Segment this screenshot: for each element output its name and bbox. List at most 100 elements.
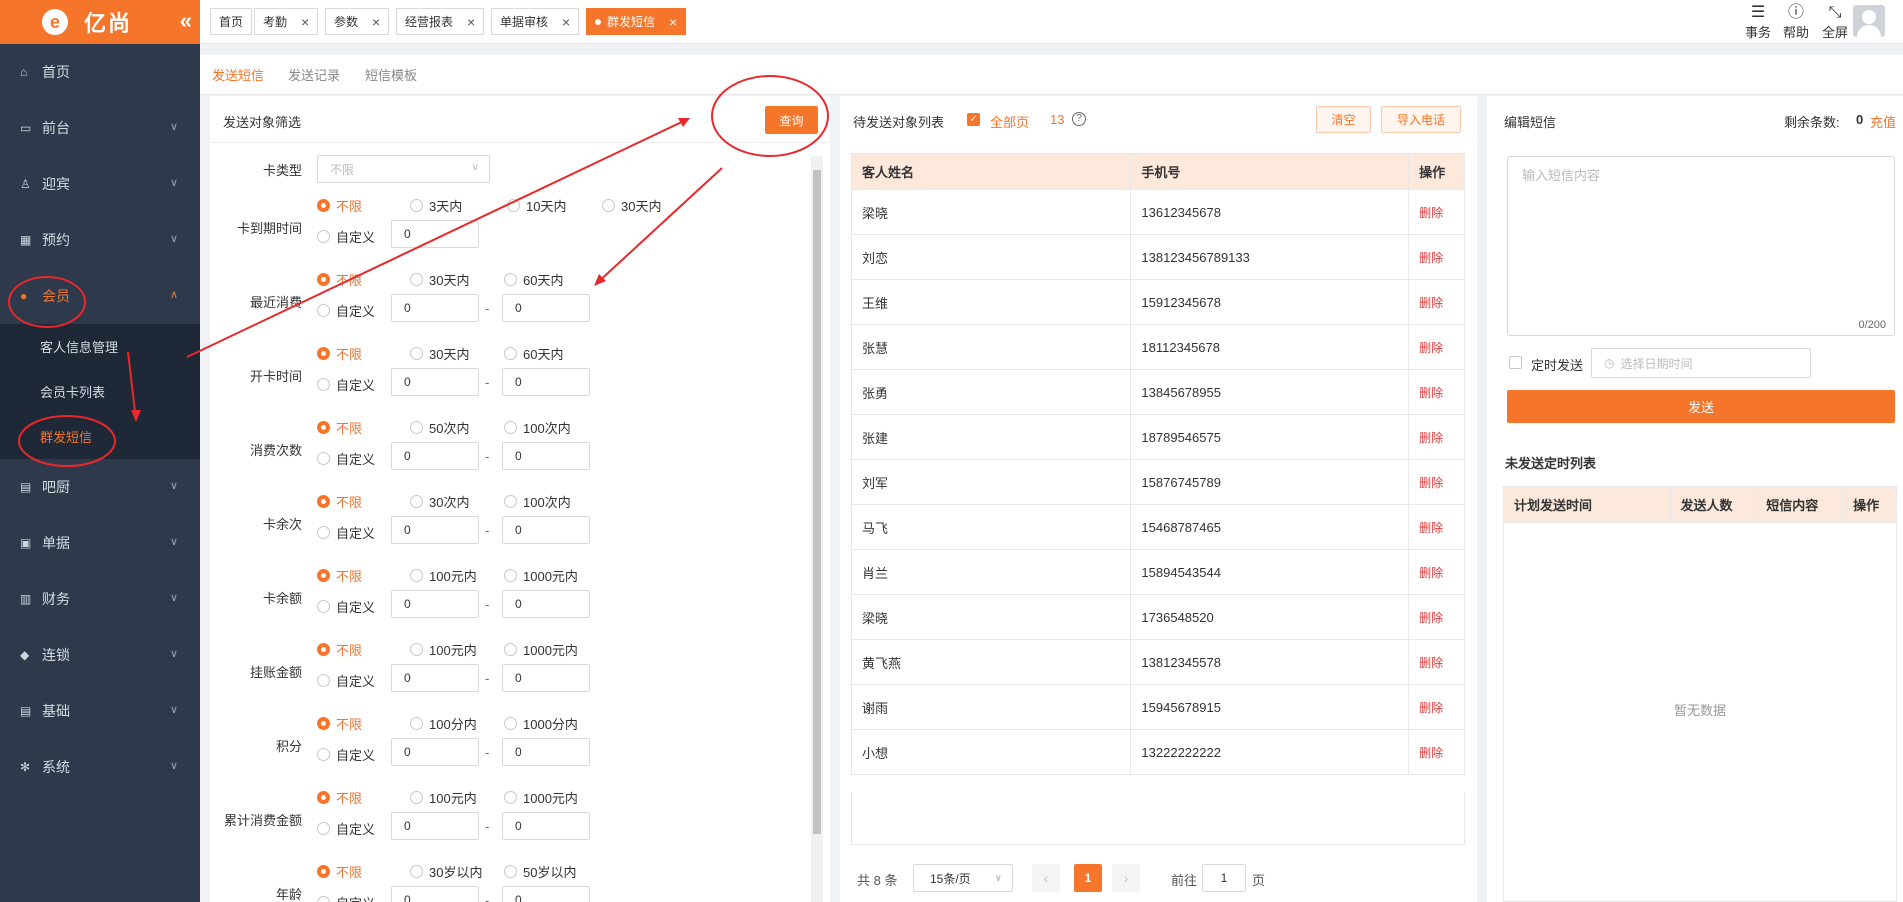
range-min-input[interactable]: 0 [391,664,479,692]
filter-option-radio[interactable]: 30天内 [410,270,469,289]
custom-range-radio[interactable]: 自定义 [317,597,375,616]
filter-option-radio[interactable]: 不限 [317,418,362,437]
filter-option-radio[interactable]: 不限 [317,714,362,733]
filter-option-radio[interactable]: 不限 [317,566,362,585]
filter-option-radio[interactable]: 100元内 [410,640,477,659]
goto-page-input[interactable]: 1 [1202,864,1246,892]
filter-option-radio[interactable]: 50岁以内 [504,862,576,881]
subtab-sms-templates[interactable]: 短信模板 [365,65,417,84]
filter-option-radio[interactable]: 1000分内 [504,714,578,733]
delete-link[interactable]: 删除 [1419,341,1443,355]
filter-option-radio[interactable]: 50次内 [410,418,469,437]
close-icon[interactable]: × [562,14,570,30]
custom-range-radio[interactable]: 自定义 [317,449,375,468]
delete-link[interactable]: 删除 [1419,611,1443,625]
custom-range-radio[interactable]: 自定义 [317,227,375,246]
range-max-input[interactable]: 0 [502,664,590,692]
range-min-input[interactable]: 0 [391,368,479,396]
sidebar-item-finance[interactable]: ▥ 财务 ∨ [0,571,200,627]
filter-option-radio[interactable]: 30岁以内 [410,862,482,881]
range-max-input[interactable]: 0 [502,294,590,322]
delete-link[interactable]: 删除 [1419,656,1443,670]
range-max-input[interactable]: 0 [502,590,590,618]
schedule-datetime-input[interactable]: ◷ 选择日期时间 [1591,348,1811,378]
filter-option-radio[interactable]: 1000元内 [504,640,578,659]
tab-business-report[interactable]: 经营报表 × [396,8,485,35]
range-max-input[interactable]: 0 [502,886,590,902]
filter-option-radio[interactable]: 100次内 [504,418,571,437]
filter-scrollbar[interactable] [811,156,823,902]
filter-option-radio[interactable]: 30天内 [410,344,469,363]
range-min-input[interactable]: 0 [391,442,479,470]
filter-option-radio[interactable]: 不限 [317,196,362,215]
delete-link[interactable]: 删除 [1419,296,1443,310]
sidebar-item-booking[interactable]: ▦ 预约 ∨ [0,212,200,268]
custom-range-radio[interactable]: 自定义 [317,745,375,764]
filter-option-radio[interactable]: 不限 [317,270,362,289]
sidebar-item-group-sms[interactable]: 群发短信 [0,414,200,459]
sidebar-item-frontdesk[interactable]: ▭ 前台 ∨ [0,100,200,156]
close-icon[interactable]: × [372,14,380,30]
delete-link[interactable]: 删除 [1419,431,1443,445]
filter-option-radio[interactable]: 100元内 [410,566,477,585]
tab-attendance[interactable]: 考勤 × [254,8,319,35]
range-max-input[interactable]: 0 [502,812,590,840]
sidebar-item-base[interactable]: ▤ 基础 ∨ [0,683,200,739]
filter-option-radio[interactable]: 100次内 [504,492,571,511]
tab-document-review[interactable]: 单据审核 × [491,8,580,35]
current-page[interactable]: 1 [1074,864,1102,892]
range-max-input[interactable]: 0 [502,368,590,396]
tasks-button[interactable]: ☰ 事务 [1739,4,1777,41]
tab-params[interactable]: 参数 × [325,8,390,35]
sidebar-item-home[interactable]: ⌂ 首页 [0,44,200,100]
prev-page-button[interactable]: ‹ [1032,864,1060,892]
tab-home[interactable]: 首页 [210,8,253,35]
send-button[interactable]: 发送 [1507,390,1895,423]
range-min-input[interactable]: 0 [391,516,479,544]
query-button[interactable]: 查询 [765,106,818,134]
import-phone-button[interactable]: 导入电话 [1381,106,1461,133]
delete-link[interactable]: 删除 [1419,701,1443,715]
filter-option-radio[interactable]: 60天内 [504,270,563,289]
delete-link[interactable]: 删除 [1419,206,1443,220]
filter-option-radio[interactable]: 不限 [317,492,362,511]
range-min-input[interactable]: 0 [391,294,479,322]
filter-option-radio[interactable]: 10天内 [507,196,566,215]
range-min-input[interactable]: 0 [391,886,479,902]
collapse-sidebar-icon[interactable]: « [180,8,192,34]
avatar[interactable] [1853,5,1885,37]
sidebar-item-chain[interactable]: ◆ 连锁 ∨ [0,627,200,683]
delete-link[interactable]: 删除 [1419,566,1443,580]
filter-option-radio[interactable]: 不限 [317,344,362,363]
help-icon[interactable]: ? [1072,112,1086,126]
fullscreen-button[interactable]: ⤡ 全屏 [1816,4,1854,41]
sidebar-item-kitchen[interactable]: ▤ 吧厨 ∨ [0,459,200,515]
subtab-send-sms[interactable]: 发送短信 [212,65,264,84]
custom-range-radio[interactable]: 自定义 [317,375,375,394]
filter-option-radio[interactable]: 不限 [317,788,362,807]
range-max-input[interactable]: 0 [502,516,590,544]
close-icon[interactable]: × [301,14,309,30]
delete-link[interactable]: 删除 [1419,251,1443,265]
filter-option-radio[interactable]: 不限 [317,862,362,881]
next-page-button[interactable]: › [1112,864,1140,892]
delete-link[interactable]: 删除 [1419,476,1443,490]
subtab-send-records[interactable]: 发送记录 [288,65,340,84]
filter-option-radio[interactable]: 30次内 [410,492,469,511]
scheduled-send-checkbox[interactable] [1509,356,1522,369]
filter-option-radio[interactable]: 100分内 [410,714,477,733]
range-min-input[interactable]: 0 [391,738,479,766]
custom-range-radio[interactable]: 自定义 [317,523,375,542]
range-max-input[interactable]: 0 [502,442,590,470]
filter-option-radio[interactable]: 30天内 [602,196,661,215]
sidebar-item-system[interactable]: ✻ 系统 ∨ [0,739,200,795]
tab-group-sms[interactable]: 群发短信 × [586,8,687,35]
sidebar-item-member[interactable]: ● 会员 ∧ [0,268,200,324]
range-min-input[interactable]: 0 [391,220,479,248]
card-type-select[interactable]: 不限 ∨ [317,155,490,183]
delete-link[interactable]: 删除 [1419,521,1443,535]
filter-option-radio[interactable]: 1000元内 [504,566,578,585]
sidebar-item-member-cards[interactable]: 会员卡列表 [0,369,200,414]
scrollbar-thumb[interactable] [813,170,821,834]
all-pages-checkbox[interactable]: ✓ [967,113,980,126]
